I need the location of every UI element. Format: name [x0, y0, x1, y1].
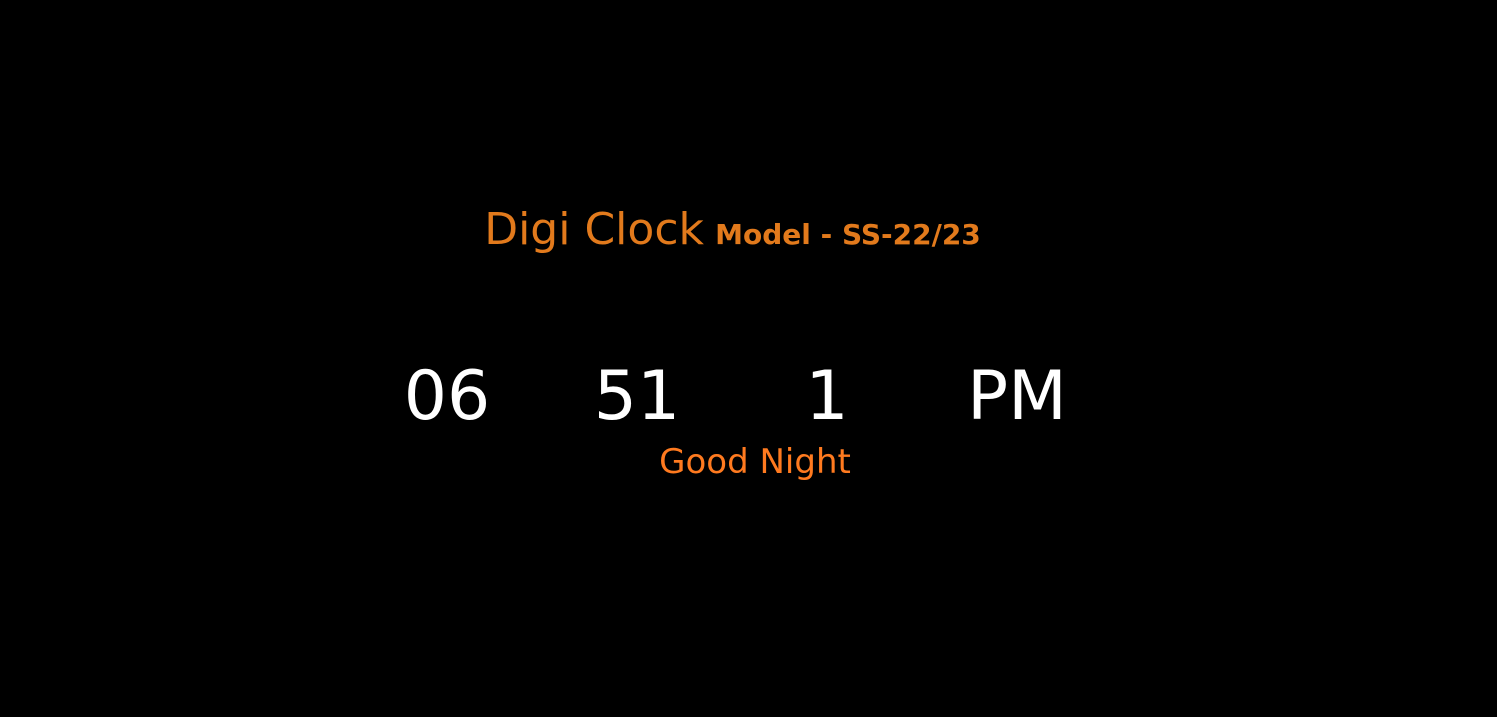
greeting-message: Good Night: [659, 442, 851, 482]
minutes-display: 51: [593, 357, 681, 436]
clock-page: Digi Clock Model - SS-22/23 06 51 1 PM G…: [0, 0, 1497, 717]
am-pm-indicator: PM: [967, 357, 1067, 436]
digital-clock: 06 51 1 PM: [0, 354, 1497, 440]
hours-display: 06: [403, 357, 491, 436]
model-label: Model - SS-22/23: [715, 218, 981, 251]
app-title: Digi Clock: [484, 204, 704, 255]
seconds-display: 1: [805, 357, 849, 436]
page-title: Digi Clock Model - SS-22/23: [0, 204, 1465, 255]
